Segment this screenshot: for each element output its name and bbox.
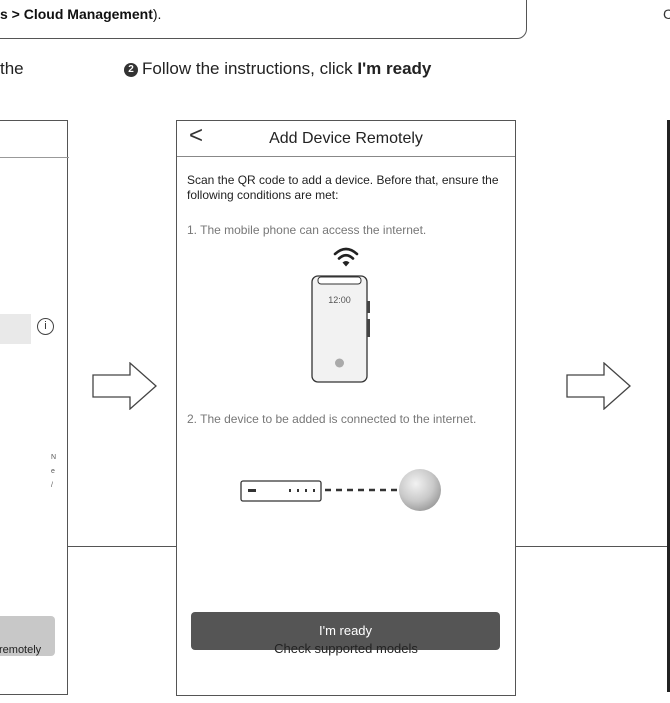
phone-clock-text: 12:00 (328, 295, 351, 305)
instruction-note-text: s > Cloud Management). (0, 6, 162, 22)
step1-caption-fragment: the (0, 59, 24, 78)
right-arrow-icon (566, 362, 631, 410)
switch-device-icon (240, 480, 322, 502)
header-divider (177, 156, 515, 157)
screen-title: Add Device Remotely (269, 130, 423, 147)
right-arrow-icon (92, 362, 157, 410)
step-number-badge: 2 (124, 63, 138, 77)
left-remotely-text[interactable]: remotely (0, 644, 41, 656)
check-supported-models-link[interactable]: Check supported models (177, 641, 515, 656)
intro-text: Scan the QR code to add a device. Before… (187, 173, 499, 202)
cropped-text: e (51, 468, 55, 475)
left-phone-screen: i N e / remotely (0, 120, 69, 695)
connector-line (516, 546, 667, 547)
globe-icon (399, 469, 441, 511)
cropped-text: / (51, 482, 53, 489)
connector-line (68, 546, 176, 547)
wifi-icon (333, 247, 359, 267)
phone-screen-add-device: < Add Device Remotely Scan the QR code t… (176, 120, 516, 696)
left-field-box (0, 314, 31, 344)
info-icon[interactable]: i (37, 318, 54, 335)
dashed-connection-line (325, 488, 397, 492)
step2-caption: 2 Follow the instructions, click I'm read… (124, 59, 431, 79)
cropped-char: C (663, 6, 670, 22)
smartphone-icon: 12:00 (306, 275, 373, 383)
condition-1-text: 1. The mobile phone can access the inter… (187, 223, 427, 237)
header-divider (0, 157, 69, 158)
cropped-text: N (51, 454, 57, 461)
condition-2-text: 2. The device to be added is connected t… (187, 412, 477, 426)
